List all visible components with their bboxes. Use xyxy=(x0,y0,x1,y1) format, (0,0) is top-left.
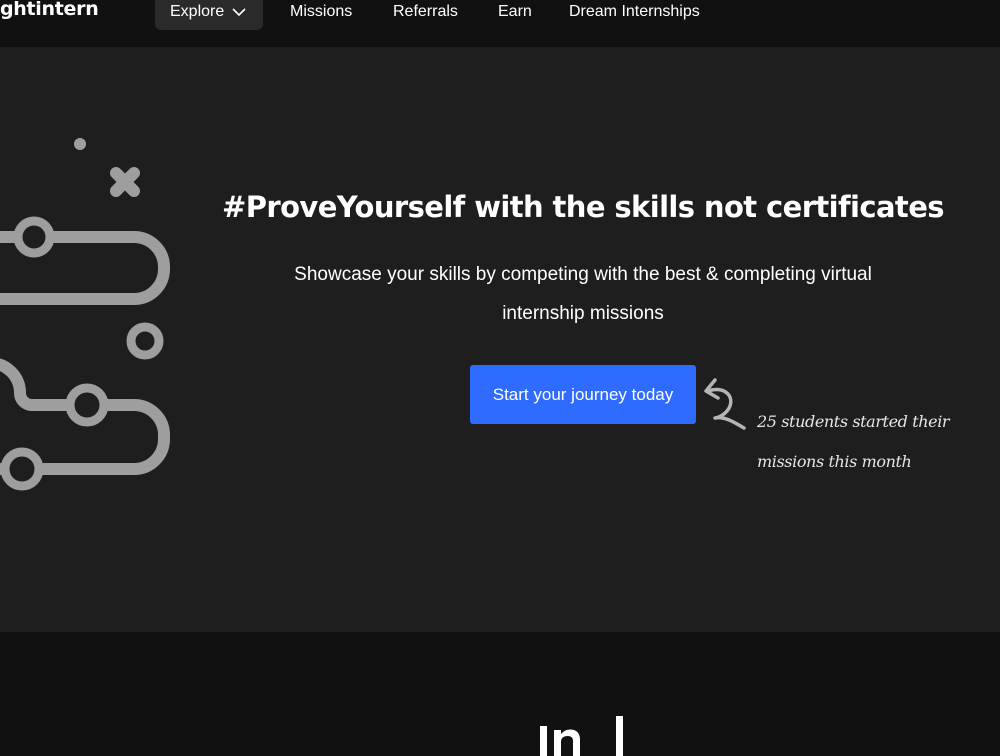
explore-label: Explore xyxy=(170,3,225,20)
chevron-down-icon xyxy=(232,7,246,16)
nav-link-dream-internships[interactable]: Dream Internships xyxy=(569,3,700,21)
explore-dropdown[interactable]: Explore xyxy=(155,0,263,30)
nav-link-earn[interactable]: Earn xyxy=(498,3,532,21)
students-started-note: 25 students started their missions this … xyxy=(757,412,950,471)
brand-logo[interactable]: ghtintern xyxy=(0,0,99,20)
hero-subtitle: Showcase your skills by competing with t… xyxy=(294,264,872,324)
nav-link-missions[interactable]: Missions xyxy=(290,3,352,21)
brand-monogram-icon xyxy=(540,716,623,756)
start-journey-button[interactable]: Start your journey today xyxy=(470,365,696,424)
top-navbar: ghtintern Explore Missions Referrals Ear… xyxy=(0,0,1000,47)
nav-link-referrals[interactable]: Referrals xyxy=(393,3,458,21)
bottom-section xyxy=(0,632,1000,756)
hero-section: #ProveYourself with the skills not certi… xyxy=(0,47,1000,632)
circuit-decoration-icon xyxy=(0,138,170,491)
curved-arrow-icon xyxy=(704,378,746,430)
hero-title: #ProveYourself with the skills not certi… xyxy=(222,190,944,224)
